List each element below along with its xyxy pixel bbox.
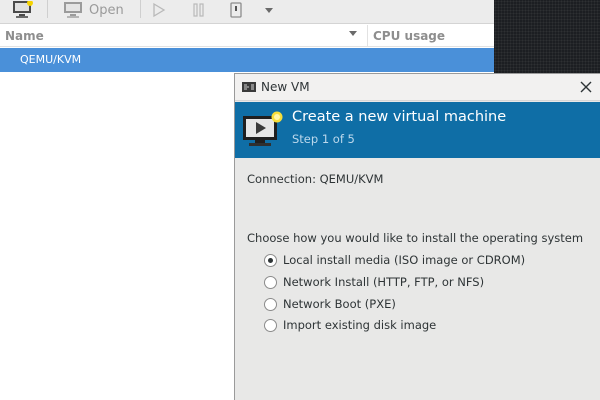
pause-icon xyxy=(193,3,204,17)
option-local-install-media[interactable]: Local install media (ISO image or CDROM) xyxy=(264,252,525,268)
new-vm-icon xyxy=(13,1,33,18)
toolbar-separator xyxy=(47,0,48,18)
dialog-title: New VM xyxy=(261,80,310,94)
new-vm-button[interactable] xyxy=(12,0,34,20)
column-divider xyxy=(367,25,368,47)
option-import-disk-image[interactable]: Import existing disk image xyxy=(264,317,436,333)
open-button[interactable]: Open xyxy=(63,0,124,20)
power-icon xyxy=(230,2,242,18)
new-vm-monitor-icon xyxy=(243,111,283,146)
vm-icon xyxy=(242,82,256,92)
run-button[interactable] xyxy=(152,0,166,20)
option-label: Import existing disk image xyxy=(283,318,437,332)
new-vm-dialog: New VM Create a new virtual machine Step… xyxy=(234,73,600,400)
install-method-prompt: Choose how you would like to install the… xyxy=(247,231,584,245)
close-icon[interactable] xyxy=(579,80,593,94)
shutdown-menu-button[interactable] xyxy=(263,0,275,20)
play-icon xyxy=(153,2,166,18)
radio-button[interactable] xyxy=(264,297,277,311)
radio-button[interactable] xyxy=(264,318,277,332)
column-name-header[interactable]: Name xyxy=(5,29,44,43)
monitor-icon xyxy=(64,2,82,18)
dialog-titlebar[interactable]: New VM xyxy=(235,74,600,101)
option-label: Network Boot (PXE) xyxy=(283,297,396,311)
column-header-row: Name CPU usage xyxy=(0,25,494,47)
connection-name: QEMU/KVM xyxy=(20,53,82,66)
chevron-down-icon xyxy=(265,8,273,13)
radio-button[interactable] xyxy=(264,253,277,267)
desktop-background xyxy=(494,0,600,73)
sort-arrow-icon[interactable] xyxy=(349,31,357,36)
radio-button[interactable] xyxy=(264,275,277,289)
option-network-install[interactable]: Network Install (HTTP, FTP, or NFS) xyxy=(264,274,484,290)
pause-button[interactable] xyxy=(192,0,206,20)
wizard-step-indicator: Step 1 of 5 xyxy=(292,132,355,146)
option-network-boot[interactable]: Network Boot (PXE) xyxy=(264,296,396,312)
connection-label: Connection: QEMU/KVM xyxy=(247,172,384,186)
toolbar-separator xyxy=(140,0,141,18)
wizard-title: Create a new virtual machine xyxy=(292,109,507,125)
column-cpu-usage-header[interactable]: CPU usage xyxy=(373,29,445,43)
connection-row[interactable]: QEMU/KVM xyxy=(0,48,494,72)
open-button-label: Open xyxy=(89,2,124,18)
option-label: Local install media (ISO image or CDROM) xyxy=(283,253,526,267)
toolbar: Open xyxy=(0,0,494,24)
wizard-banner: Create a new virtual machine Step 1 of 5 xyxy=(235,102,600,158)
option-label: Network Install (HTTP, FTP, or NFS) xyxy=(283,275,485,289)
shutdown-button[interactable] xyxy=(229,0,243,20)
